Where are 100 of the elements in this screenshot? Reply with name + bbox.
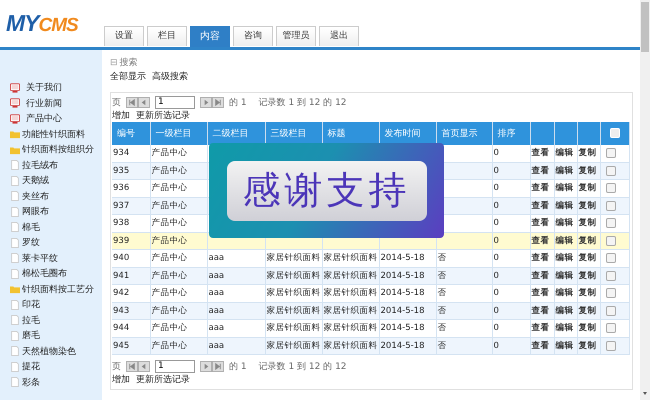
row-action-link[interactable]: 复制 [578,288,596,298]
table-cell: 934 [113,148,130,158]
row-checkbox[interactable] [606,166,616,176]
sidebar-item[interactable]: 天鹅绒 [22,174,49,188]
sidebar-item[interactable]: 夹丝布 [22,190,49,203]
next-last-icons[interactable] [199,360,225,372]
sidebar-item[interactable]: 罗纹 [22,236,40,250]
row-checkbox[interactable] [606,236,616,246]
row-action-link[interactable]: 复制 [578,183,596,194]
row-action-link[interactable]: 复制 [578,218,596,228]
table-cell: 产品中心 [152,166,188,176]
select-all-checkbox[interactable] [610,128,620,138]
page-field[interactable]: 1 [155,96,195,108]
table-cell: 产品中心 [152,148,188,158]
sidebar-item[interactable]: 拉毛 [22,314,40,327]
table-cell: 942 [113,288,130,298]
row-checkbox[interactable] [606,288,616,298]
column-header: 标题 [322,122,379,145]
table-cell: 944 [113,323,130,334]
row-action-link[interactable]: 查看 [532,253,550,264]
row-action-link[interactable]: 复制 [578,253,596,264]
sidebar-item[interactable]: 磨毛 [22,329,40,342]
logo: MYCMS [5,10,80,37]
nav-tab[interactable]: 栏目 [147,26,187,46]
row-checkbox[interactable] [606,148,616,158]
table-cell: 938 [113,218,130,228]
row-action-link[interactable]: 编辑 [556,253,574,264]
first-prev-icons[interactable] [125,360,151,372]
row-action-link[interactable]: 查看 [532,218,550,228]
file-icon [10,377,20,388]
action-link[interactable]: 增加 [112,373,130,385]
sidebar-item[interactable]: 功能性针织面料 [22,128,85,141]
row-checkbox[interactable] [606,183,616,194]
sidebar-item[interactable]: 棉松毛圈布 [22,267,67,280]
table-cell: 0 [494,306,499,316]
sidebar-item[interactable]: 提花 [22,360,40,374]
nav-tab[interactable]: 管理员 [276,26,316,46]
sidebar-item[interactable]: 天然植物染色 [22,344,76,358]
row-checkbox[interactable] [606,340,616,351]
sidebar-item[interactable]: 关于我们 [26,81,62,94]
table-cell: 0 [494,323,499,334]
banner-text: 感谢支持 [242,167,410,214]
next-last-icons[interactable] [199,96,225,108]
search-heading: 搜索 [120,58,138,68]
sidebar-item[interactable]: 产品中心 [26,112,62,126]
sidebar-item[interactable]: 棉毛 [22,220,40,234]
row-checkbox[interactable] [606,253,616,264]
nav-tab[interactable]: 咨询 [233,26,273,46]
action-link[interactable]: 增加 [112,109,130,121]
column-header: 首页显示 [436,122,492,145]
row-checkbox[interactable] [606,270,616,281]
file-icon [10,253,20,264]
sidebar-item[interactable]: 印花 [22,298,40,312]
table-cell: aaa [208,323,224,334]
row-action-link[interactable]: 复制 [578,148,596,158]
table-cell: 2014-5-18 [380,270,424,281]
folder-icon [10,129,20,140]
row-action-link[interactable]: 编辑 [556,148,574,158]
table-cell: 否 [438,253,446,264]
row-action-link[interactable]: 编辑 [556,183,574,194]
row-action-link[interactable]: 查看 [532,288,550,298]
nav-tab[interactable]: 设置 [104,26,144,46]
table-cell: 否 [438,306,446,316]
row-action-link[interactable]: 复制 [578,323,596,334]
search-link[interactable]: 全部显示 [110,70,146,83]
page-count: 的 1 [229,96,247,108]
file-icon [10,191,20,202]
row-action-link[interactable]: 编辑 [556,218,574,228]
row-checkbox[interactable] [606,323,616,334]
row-checkbox[interactable] [606,306,616,316]
nav-tab[interactable]: 内容 [190,26,230,47]
sidebar-item[interactable]: 拉毛绒布 [22,158,58,172]
row-checkbox[interactable] [606,200,616,211]
column-header: 三级栏目 [265,122,322,145]
page-field[interactable]: 1 [155,360,195,372]
action-link[interactable]: 更新所选记录 [136,109,190,121]
table-cell: aaa [208,306,224,316]
search-link[interactable]: 高级搜索 [152,70,188,83]
sidebar-item[interactable]: 网眼布 [22,205,49,218]
monitor-icon [10,114,20,124]
row-action-link[interactable]: 查看 [532,323,550,334]
nav-tab[interactable]: 退出 [319,26,359,46]
row-action-link[interactable]: 编辑 [556,323,574,334]
row-action-link[interactable]: 查看 [532,148,550,158]
table-cell: 家居针织面料 [324,253,378,264]
sidebar-item[interactable]: 行业新闻 [26,96,62,110]
action-link[interactable]: 更新所选记录 [136,373,190,385]
table-cell: 产品中心 [152,236,188,246]
file-icon [10,268,20,279]
row-action-link[interactable]: 查看 [532,183,550,194]
sidebar-item[interactable]: 针织面料按工艺分 [22,282,94,296]
sidebar-item[interactable]: 莱卡平纹 [22,252,58,265]
table-cell: 家居针织面料 [324,340,378,351]
file-icon [10,362,20,372]
row-action-link[interactable]: 编辑 [556,288,574,298]
first-prev-icons[interactable] [125,96,151,108]
sidebar-item[interactable]: 彩条 [22,376,40,389]
scrollbar[interactable] [640,0,650,400]
sidebar-item[interactable]: 针织面料按组织分 [22,143,94,156]
row-checkbox[interactable] [606,218,616,228]
